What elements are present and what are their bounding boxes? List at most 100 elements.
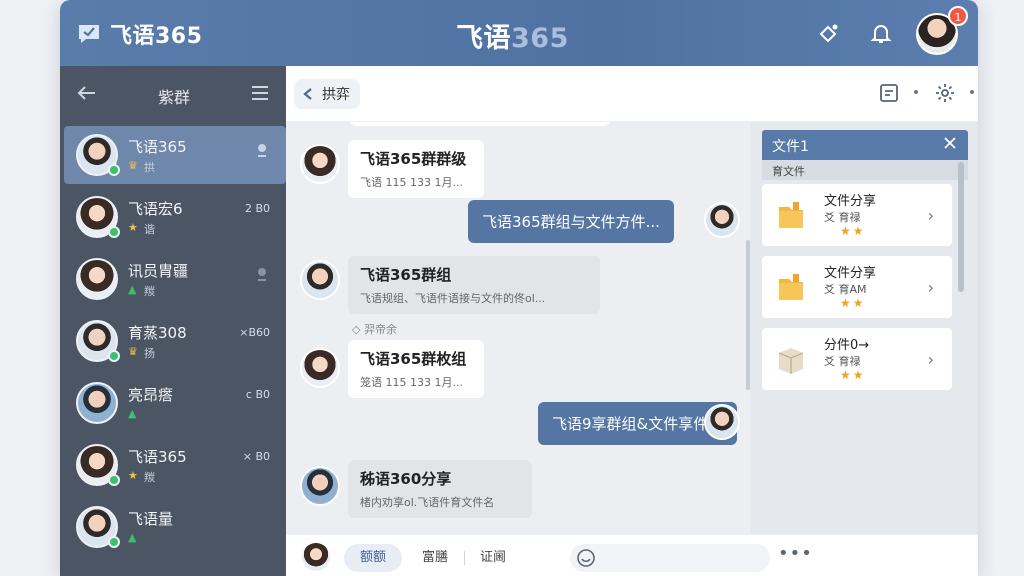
contact-name: 亮昂瘩 xyxy=(128,386,174,404)
back-arrow-icon[interactable] xyxy=(76,82,98,104)
emoji-icon[interactable] xyxy=(576,548,596,568)
separator-dot xyxy=(914,90,918,94)
file-card[interactable]: 文件分享 爻 育AM ★★ › xyxy=(762,256,952,318)
message-subtitle: 飞语规组、飞语件语接与文件的佟ol... xyxy=(360,292,546,305)
contact-name: 飞语宏6 xyxy=(128,200,183,218)
contact-item[interactable]: 亮昂瘩 ▲ c B0 xyxy=(64,374,286,432)
message-subtitle: 飞语 115 133 1月... xyxy=(360,176,463,189)
star-icon: ★ xyxy=(128,469,138,482)
message-subtitle: 笼语 115 133 1月... xyxy=(360,376,463,389)
file-meta: 爻 育AM xyxy=(824,283,867,296)
contact-subtitle: 扬 xyxy=(144,347,155,360)
contact-item[interactable]: 飞语365 ★ 羰 × B0 xyxy=(64,436,286,494)
file-meta: 爻 育禄 xyxy=(824,355,861,368)
file-card[interactable]: 文件分享 爻 育禄 ★★ › xyxy=(762,184,952,246)
avatar xyxy=(300,144,340,184)
online-status-dot xyxy=(108,536,120,548)
chevron-right-icon[interactable]: › xyxy=(928,350,934,369)
app-window: 飞语365 飞语365 1 紫群 飞语365 ♛ 拱 飞语宏6 ★ 谐 2 B0… xyxy=(60,0,978,576)
breadcrumb-back-button[interactable]: 拱弈 xyxy=(294,79,360,109)
input-tab[interactable]: 富膳 xyxy=(406,544,464,572)
folder-icon xyxy=(779,202,803,228)
star-rating: ★★ xyxy=(840,224,866,238)
input-tab[interactable]: 额额 xyxy=(344,544,403,572)
avatar xyxy=(300,466,340,506)
sidebar-header: 紫群 xyxy=(60,66,286,122)
menu-icon[interactable] xyxy=(250,83,270,103)
avatar xyxy=(76,382,118,424)
online-status-dot xyxy=(108,350,120,362)
contact-item[interactable]: 讯员胄疆 ▲ 羰 xyxy=(64,250,286,308)
input-bar: 额额 富膳 证阃 ••• xyxy=(286,534,978,576)
contact-subtitle: 羰 xyxy=(144,285,155,298)
input-tab[interactable]: 证阃 xyxy=(464,544,522,572)
star-rating: ★★ xyxy=(840,368,866,382)
contact-meta: 2 B0 xyxy=(244,202,270,215)
brand-name: 飞语365 xyxy=(110,24,203,49)
message-bubble[interactable]: 秭语360分享 楮内劝享ol.飞语件育文件名 xyxy=(348,460,532,518)
message-input[interactable] xyxy=(570,544,770,572)
system-note-text: 羿帝余 xyxy=(363,323,397,336)
chevron-right-icon[interactable]: › xyxy=(928,278,934,297)
message-subtitle: 楮内劝享ol.飞语件育文件名 xyxy=(360,496,495,509)
message-bubble[interactable]: 飞语365群组 飞语规组、飞语件语接与文件的佟ol... xyxy=(348,256,600,314)
message-bubble[interactable]: 飞语365群群级 飞语 115 133 1月... xyxy=(348,140,484,198)
contact-subtitle: 谐 xyxy=(144,223,155,236)
contact-name: 飞语量 xyxy=(128,510,174,528)
contact-item[interactable]: 飞语量 ▲ xyxy=(64,498,286,556)
file-panel-header: 文件1 xyxy=(762,130,968,160)
message-bubble-outgoing[interactable]: 飞语365群组与文件方件... xyxy=(468,200,674,243)
breadcrumb-label: 拱弈 xyxy=(322,87,350,103)
triangle-icon: ▲ xyxy=(128,531,137,544)
avatar xyxy=(300,260,340,300)
message-title: 飞语365群群级 xyxy=(360,150,467,168)
sidebar-title: 紫群 xyxy=(158,88,191,107)
avatar xyxy=(302,543,330,571)
message-title: 秭语360分享 xyxy=(360,470,452,488)
file-meta: 爻 育禄 xyxy=(824,211,861,224)
triangle-icon: ▲ xyxy=(128,283,137,296)
pin-icon[interactable] xyxy=(254,266,270,282)
contact-name: 讯员胄疆 xyxy=(128,262,189,280)
file-name: 分件0→ xyxy=(824,338,870,353)
notification-badge: 1 xyxy=(948,6,968,26)
file-panel: 文件1 育文件 文件分享 爻 育禄 ★★ › 文件分享 爻 育AM ★★ › 分… xyxy=(750,122,978,534)
contact-subtitle: 羰 xyxy=(144,471,155,484)
avatar xyxy=(300,348,340,388)
online-status-dot xyxy=(108,474,120,486)
package-icon xyxy=(778,348,804,374)
share-icon[interactable] xyxy=(816,20,842,46)
more-icon[interactable]: ••• xyxy=(778,543,813,564)
bell-icon[interactable] xyxy=(868,20,894,46)
gear-icon[interactable] xyxy=(934,82,956,104)
contact-item[interactable]: 飞语宏6 ★ 谐 2 B0 xyxy=(64,188,286,246)
notes-icon[interactable] xyxy=(878,82,900,104)
chevron-left-icon xyxy=(303,88,312,100)
close-icon[interactable] xyxy=(942,135,958,151)
contact-subtitle: 拱 xyxy=(144,161,155,174)
message-list: 飞语365群群级 飞语 115 133 1月... 飞语365群组与文件方件..… xyxy=(286,122,750,534)
chevron-right-icon[interactable]: › xyxy=(928,206,934,225)
file-panel-subtitle: 育文件 xyxy=(762,160,968,180)
brand: 飞语365 xyxy=(76,18,202,50)
file-panel-scrollbar[interactable] xyxy=(958,162,964,292)
folder-icon xyxy=(779,274,803,300)
contact-item[interactable]: 飞语365 ♛ 拱 xyxy=(64,126,286,184)
contact-meta: ×B60 xyxy=(239,326,270,339)
contact-meta: c B0 xyxy=(245,388,270,401)
star-rating: ★★ xyxy=(840,296,866,310)
file-card[interactable]: 分件0→ 爻 育禄 ★★ › xyxy=(762,328,952,390)
pin-icon[interactable] xyxy=(254,142,270,158)
online-status-dot xyxy=(108,164,120,176)
contact-name: 育蒸308 xyxy=(128,324,187,342)
message-bubble[interactable]: 飞语365群枚组 笼语 115 133 1月... xyxy=(348,340,484,398)
contact-meta: × B0 xyxy=(242,450,270,463)
chat-logo-icon xyxy=(79,25,99,43)
contact-item[interactable]: 育蒸308 ♛ 扬 ×B60 xyxy=(64,312,286,370)
avatar xyxy=(704,404,740,440)
window-title-main: 飞语 xyxy=(456,23,511,54)
title-bar: 飞语365 飞语365 1 xyxy=(60,0,978,66)
star-icon: ★ xyxy=(128,221,138,234)
file-name: 文件分享 xyxy=(824,266,877,281)
contact-name: 飞语365 xyxy=(128,448,187,466)
